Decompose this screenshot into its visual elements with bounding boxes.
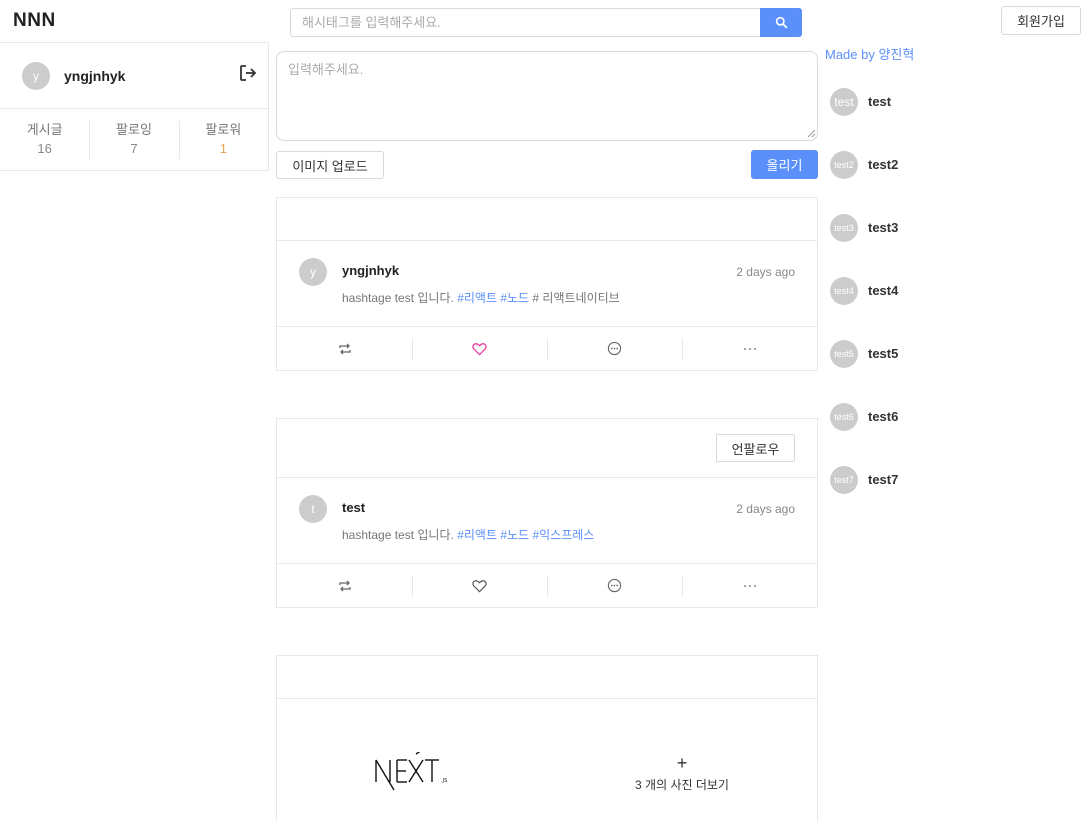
post-text: hashtage test 입니다. #리액트 #노드 # 리액트네이티브 <box>342 289 620 306</box>
post-card-header <box>277 656 817 699</box>
svg-text:.JS: .JS <box>441 778 447 784</box>
post-card: 언팔로우 t test 2 days ago hashtage test 입니다… <box>276 418 818 608</box>
user-name: test2 <box>868 157 899 172</box>
retweet-icon <box>338 343 351 354</box>
hashtag-search <box>290 8 802 37</box>
stat-value: 1 <box>219 141 227 156</box>
ellipsis-icon <box>743 347 756 350</box>
post-input[interactable] <box>276 51 818 141</box>
image-upload-button[interactable]: 이미지 업로드 <box>276 151 384 179</box>
stat-posts[interactable]: 게시글 16 <box>0 121 89 159</box>
more-button[interactable] <box>682 574 817 597</box>
comment-icon <box>607 341 622 356</box>
post-text-prefix: hashtage test 입니다. <box>342 528 458 542</box>
retweet-button[interactable] <box>277 575 412 597</box>
post-text-suffix: # 리액트네이티브 <box>529 291 620 305</box>
made-by-link[interactable]: Made by 양진혁 <box>825 44 914 63</box>
comment-button[interactable] <box>547 337 682 360</box>
hashtag-link[interactable]: #노드 <box>500 291 529 305</box>
resize-grip-icon[interactable] <box>806 128 816 138</box>
hashtag-link[interactable]: #리액트 <box>457 528 497 542</box>
app-logo[interactable]: NNN <box>13 10 56 32</box>
search-icon <box>775 16 787 29</box>
user-list-item[interactable]: test3 test3 <box>830 196 898 259</box>
comment-icon <box>607 578 622 593</box>
avatar[interactable]: t <box>299 495 327 523</box>
post-author: test <box>342 500 366 515</box>
search-button[interactable] <box>760 8 802 37</box>
logout-icon[interactable] <box>238 63 258 83</box>
post-actions <box>277 327 817 370</box>
stat-value: 7 <box>130 141 138 156</box>
post-time: 2 days ago <box>736 502 795 516</box>
user-list-item[interactable]: test7 test7 <box>830 448 898 511</box>
comment-button[interactable] <box>547 574 682 597</box>
profile-username: yngjnhyk <box>64 67 126 84</box>
signup-button[interactable]: 회원가입 <box>1001 6 1081 35</box>
stat-label: 팔로잉 <box>116 122 152 137</box>
post-card-body: t test 2 days ago hashtage test 입니다. #리액… <box>277 478 817 564</box>
user-name: test5 <box>868 346 899 361</box>
unfollow-button[interactable]: 언팔로우 <box>716 434 795 462</box>
user-name: test6 <box>868 409 899 424</box>
post-card: y yngjnhyk 2 days ago hashtage test 입니다.… <box>276 197 818 371</box>
post-card-header <box>277 198 817 241</box>
heart-icon <box>472 579 487 592</box>
post-card-header: 언팔로우 <box>277 419 817 478</box>
hashtag-link[interactable]: #익스프레스 <box>532 528 594 542</box>
like-button[interactable] <box>412 337 547 360</box>
avatar: test5 <box>830 339 858 368</box>
hashtag-link[interactable]: #노드 <box>500 528 529 542</box>
like-button[interactable] <box>412 574 547 597</box>
user-name: test3 <box>868 220 899 235</box>
plus-icon: + <box>676 753 688 773</box>
retweet-icon <box>338 580 351 591</box>
avatar: test7 <box>830 465 858 494</box>
image-post-card: .JS + 3 개의 사진 더보기 <box>276 655 818 821</box>
stat-label: 게시글 <box>26 122 63 137</box>
user-list-item[interactable]: test4 test4 <box>830 259 898 322</box>
ellipsis-icon <box>743 584 756 587</box>
avatar: test6 <box>830 402 858 431</box>
user-name: test4 <box>868 283 899 298</box>
post-author: yngjnhyk <box>342 263 400 278</box>
more-photos-label: 3 개의 사진 더보기 <box>635 778 729 792</box>
more-button[interactable] <box>682 337 817 360</box>
hashtag-search-input[interactable] <box>290 8 760 37</box>
stat-followers[interactable]: 팔로워 1 <box>178 121 268 159</box>
user-name: test7 <box>868 472 899 487</box>
user-list-item[interactable]: test test <box>830 70 898 133</box>
profile-header: y yngjnhyk <box>0 43 268 109</box>
avatar: test4 <box>830 276 858 305</box>
user-list: test test test2 test2 test3 test3 test4 … <box>830 70 898 511</box>
avatar: test <box>830 87 858 116</box>
user-list-item[interactable]: test6 test6 <box>830 385 898 448</box>
stat-label: 팔로워 <box>205 122 242 137</box>
avatar: y <box>22 61 50 90</box>
user-list-item[interactable]: test5 test5 <box>830 322 898 385</box>
hashtag-link[interactable]: #리액트 <box>457 291 497 305</box>
more-photos-button[interactable]: + 3 개의 사진 더보기 <box>602 754 762 793</box>
post-card-body: y yngjnhyk 2 days ago hashtage test 입니다.… <box>277 241 817 327</box>
user-name: test <box>868 94 892 109</box>
stat-value: 16 <box>37 141 52 156</box>
submit-post-button[interactable]: 올리기 <box>751 150 818 179</box>
retweet-button[interactable] <box>277 338 412 360</box>
heart-icon <box>472 342 487 355</box>
user-list-item[interactable]: test2 test2 <box>830 133 898 196</box>
post-text-prefix: hashtage test 입니다. <box>342 291 458 305</box>
avatar: test2 <box>830 150 858 179</box>
post-text: hashtage test 입니다. #리액트 #노드 #익스프레스 <box>342 526 594 543</box>
stat-following[interactable]: 팔로잉 7 <box>89 121 178 159</box>
profile-stats: 게시글 16 팔로잉 7 팔로워 1 <box>0 109 268 171</box>
avatar: test3 <box>830 213 858 242</box>
nextjs-logo-image[interactable]: .JS <box>374 752 452 792</box>
avatar[interactable]: y <box>299 258 327 286</box>
post-actions <box>277 564 817 607</box>
post-time: 2 days ago <box>736 265 795 279</box>
profile-card: y yngjnhyk 게시글 16 팔로잉 7 팔로워 1 <box>0 42 269 171</box>
